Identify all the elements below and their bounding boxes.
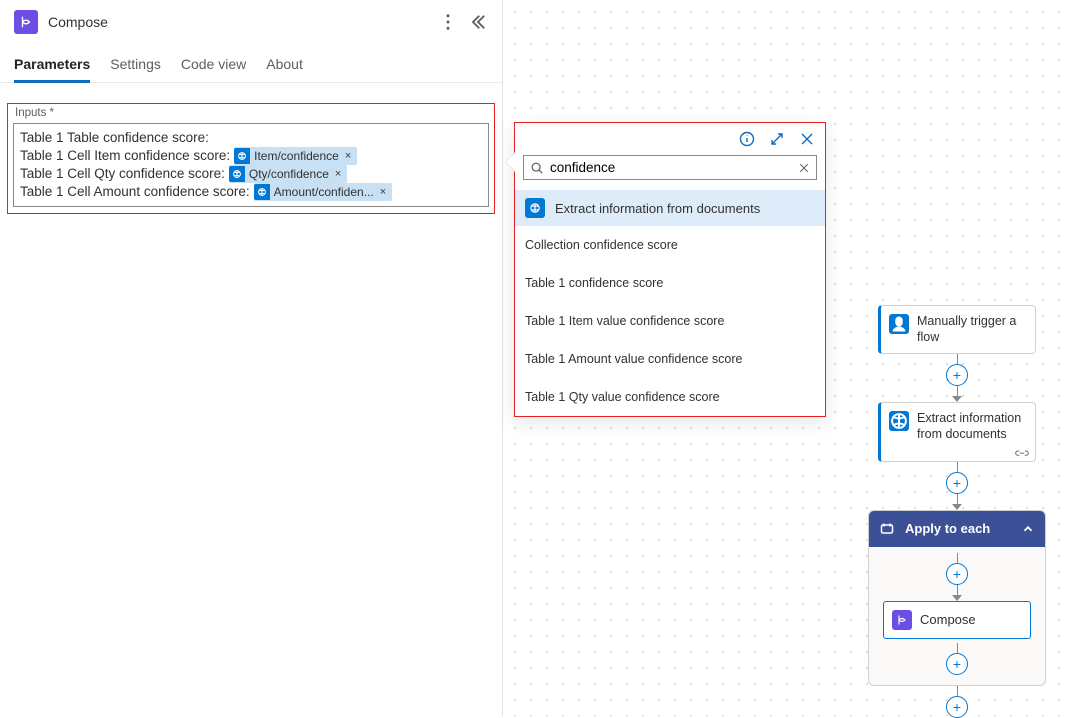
node-apply-to-each[interactable]: Apply to each + Compose + [868, 510, 1046, 686]
compose-icon [892, 610, 912, 630]
flow-diagram: Manually trigger a flow + Extract inform… [877, 305, 1037, 718]
inputs-field[interactable]: Table 1 Table confidence score: Table 1 … [13, 123, 489, 207]
dynamic-token[interactable]: Qty/confidence × [229, 165, 347, 183]
panel-header: Compose [0, 0, 502, 44]
extract-documents-icon [889, 411, 909, 431]
inputs-highlight-box: Inputs * Table 1 Table confidence score:… [7, 103, 495, 214]
picker-item[interactable]: Table 1 Item value confidence score [515, 302, 825, 340]
node-compose[interactable]: Compose [883, 601, 1031, 639]
add-step-button[interactable]: + [946, 653, 968, 675]
manual-trigger-icon [889, 314, 909, 334]
dynamic-content-picker: Extract information from documents Colle… [514, 122, 826, 417]
apply-to-each-header[interactable]: Apply to each [869, 511, 1045, 547]
token-icon [229, 166, 245, 182]
picker-arrow [506, 152, 516, 172]
token-remove-icon[interactable]: × [343, 147, 353, 165]
arrow-down-icon [952, 504, 962, 510]
loop-icon [879, 521, 895, 537]
input-text: Table 1 Cell Amount confidence score: [20, 183, 250, 201]
token-label: Qty/confidence [249, 165, 329, 183]
tab-about[interactable]: About [266, 56, 303, 82]
arrow-down-icon [952, 595, 962, 601]
token-label: Item/confidence [254, 147, 339, 165]
picker-section-title: Extract information from documents [555, 201, 760, 216]
token-icon [254, 184, 270, 200]
token-label: Amount/confiden... [274, 183, 374, 201]
info-icon[interactable] [739, 131, 755, 147]
picker-item[interactable]: Collection confidence score [515, 226, 825, 264]
picker-item[interactable]: Table 1 confidence score [515, 264, 825, 302]
search-icon [530, 161, 544, 175]
picker-header [515, 123, 825, 155]
picker-item[interactable]: Table 1 Amount value confidence score [515, 340, 825, 378]
input-text: Table 1 Cell Item confidence score: [20, 147, 230, 165]
node-trigger[interactable]: Manually trigger a flow [878, 305, 1036, 354]
node-label: Compose [920, 612, 976, 627]
add-step-button[interactable]: + [946, 696, 968, 718]
input-text: Table 1 Cell Qty confidence score: [20, 165, 225, 183]
chevron-up-icon[interactable] [1021, 522, 1035, 536]
add-step-button[interactable]: + [946, 472, 968, 494]
node-extract[interactable]: Extract information from documents [878, 402, 1036, 461]
input-text: Table 1 Table confidence score: [20, 129, 209, 147]
compose-panel: Compose Parameters Settings Code view Ab… [0, 0, 503, 716]
extract-documents-icon [525, 198, 545, 218]
tab-code-view[interactable]: Code view [181, 56, 246, 82]
picker-section-header[interactable]: Extract information from documents [515, 190, 825, 226]
more-menu-icon[interactable] [438, 12, 458, 32]
close-icon[interactable] [799, 131, 815, 147]
apply-label: Apply to each [905, 521, 990, 536]
inputs-label: Inputs * [15, 107, 489, 119]
tab-parameters[interactable]: Parameters [14, 56, 90, 83]
add-step-button[interactable]: + [946, 364, 968, 386]
clear-search-icon[interactable] [798, 162, 810, 174]
search-input[interactable] [550, 160, 792, 175]
picker-search[interactable] [523, 155, 817, 180]
expand-icon[interactable] [769, 131, 785, 147]
picker-item[interactable]: Table 1 Qty value confidence score [515, 378, 825, 416]
collapse-panel-icon[interactable] [468, 12, 488, 32]
panel-title: Compose [48, 14, 428, 30]
tab-settings[interactable]: Settings [110, 56, 161, 82]
dynamic-token[interactable]: Amount/confiden... × [254, 183, 393, 201]
add-step-button[interactable]: + [946, 563, 968, 585]
compose-icon [14, 10, 38, 34]
tabs: Parameters Settings Code view About [0, 44, 502, 83]
link-icon [1015, 447, 1029, 457]
token-icon [234, 148, 250, 164]
dynamic-token[interactable]: Item/confidence × [234, 147, 357, 165]
node-label: Manually trigger a flow [917, 314, 1027, 345]
token-remove-icon[interactable]: × [378, 183, 388, 201]
token-remove-icon[interactable]: × [333, 165, 343, 183]
node-label: Extract information from documents [917, 411, 1027, 442]
